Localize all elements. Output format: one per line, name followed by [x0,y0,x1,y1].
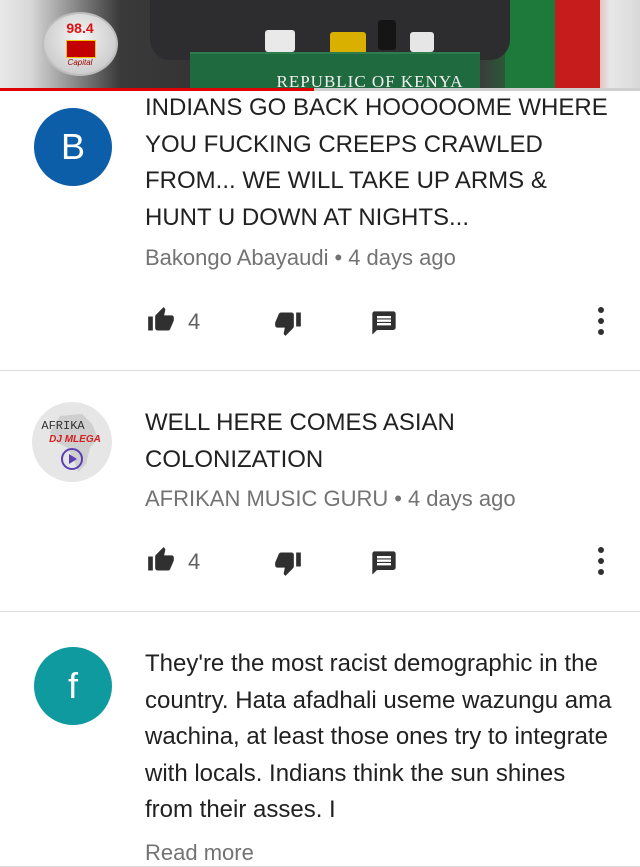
thumb-up-icon[interactable] [145,546,177,574]
more-vert-icon[interactable] [598,547,608,580]
comment-divider [0,611,640,612]
reply-icon[interactable] [370,549,398,577]
flag-green [505,0,555,90]
comment-text: INDIANS GO BACK HOOOOOME WHERE YOU FUCKI… [145,94,608,231]
video-player[interactable]: REPUBLIC OF KENYA 98.4 Capital [0,0,640,90]
avatar[interactable]: f [34,647,112,725]
flag-red [555,0,600,90]
comment-meta: AFRIKAN MUSIC GURU • 4 days ago [145,486,516,512]
thumb-down-icon[interactable] [272,309,304,337]
avatar[interactable]: B [34,108,112,186]
thumb-up-icon[interactable] [145,306,177,334]
comment-time: 4 days ago [407,486,516,511]
comment-author[interactable]: Bakongo Abayaudi [145,245,329,270]
comment-divider [0,370,640,371]
reply-icon[interactable] [370,309,398,337]
read-more-link[interactable]: Read more [145,840,254,866]
channel-logo: 98.4 Capital [42,12,118,76]
meta-separator: • [334,245,343,270]
comment-author[interactable]: AFRIKAN MUSIC GURU [145,486,388,511]
comment-meta: Bakongo Abayaudi • 4 days ago [145,245,456,271]
microphone [330,32,366,54]
avatar[interactable]: AFRIKA DJ MLEGA [32,402,112,482]
microphone [378,20,396,50]
avatar-text-bottom: DJ MLEGA [49,434,101,445]
comment-text: WELL HERE COMES ASIAN COLONIZATION [145,409,455,473]
comment-actions: 4 [0,543,640,583]
channel-logo-name: Capital [67,58,93,67]
microphone [265,30,295,52]
avatar-text-top: AFRIKA [41,419,85,433]
like-count: 4 [188,549,201,574]
more-vert-icon[interactable] [598,307,608,340]
microphone [410,32,434,52]
comment-time: 4 days ago [348,245,456,270]
thumb-down-icon[interactable] [272,549,304,577]
comment-actions: 4 [0,303,640,343]
channel-logo-number: 98.4 [66,20,94,36]
like-count: 4 [188,309,201,334]
comment-text: They're the most racist demographic in t… [145,650,612,823]
channel-logo-box [66,40,96,58]
meta-separator: • [394,486,402,511]
